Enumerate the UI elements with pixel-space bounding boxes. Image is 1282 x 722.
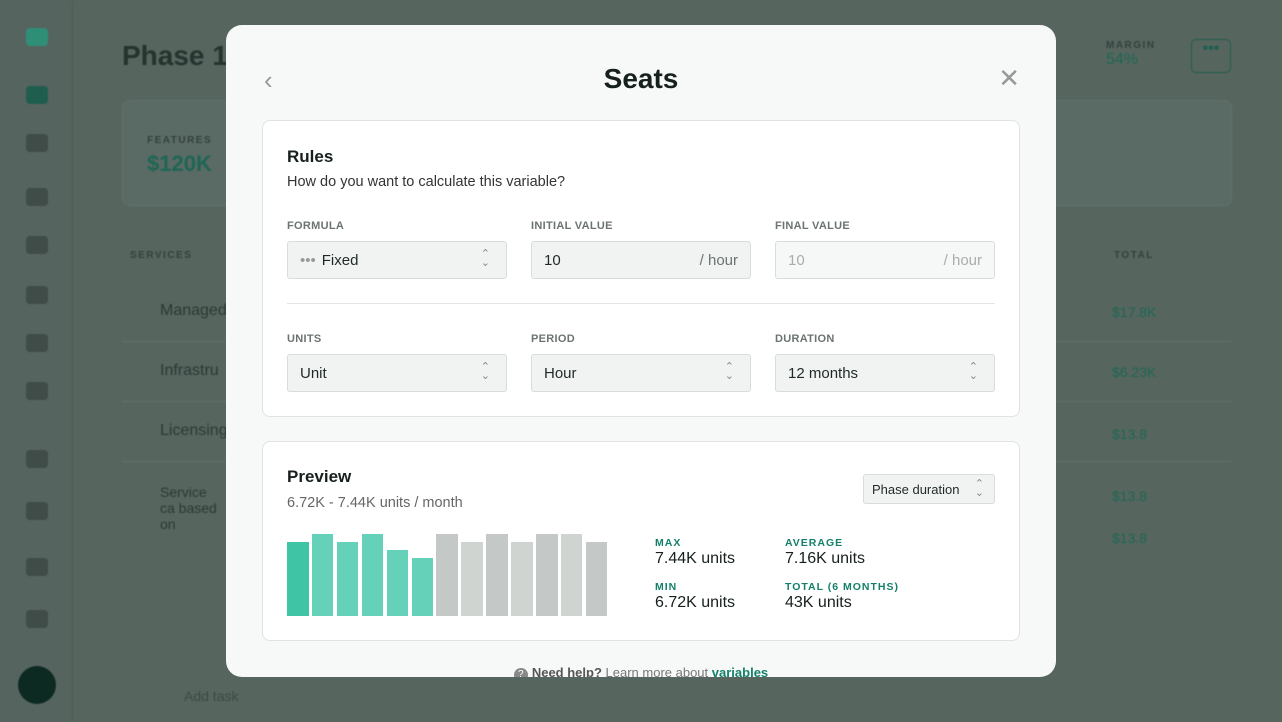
- preview-bar: [411, 558, 433, 616]
- services-label: SERVICES: [130, 250, 193, 261]
- avatar[interactable]: [18, 666, 56, 704]
- updown-chevron-icon: ⌃ ⌄: [480, 361, 490, 382]
- rules-panel: Rules How do you want to calculate this …: [262, 120, 1020, 417]
- chat-icon[interactable]: [26, 558, 48, 576]
- preview-heading: Preview: [287, 467, 352, 486]
- features-value: $120K: [147, 151, 212, 176]
- average-value: 7.16K units: [785, 550, 866, 567]
- preview-bar: [336, 542, 359, 616]
- task-total: $13.8: [1112, 530, 1148, 546]
- sidebar: [0, 0, 73, 722]
- brain-icon[interactable]: [26, 334, 48, 352]
- max-value: 7.44K units: [655, 550, 736, 567]
- final-placeholder: 10: [788, 252, 805, 269]
- period-label: PERIOD: [531, 333, 575, 345]
- margin-stat: MARGIN 54%: [1106, 40, 1156, 69]
- phase-duration-value: Phase duration: [872, 482, 960, 497]
- initial-value: 10: [544, 252, 561, 269]
- document-icon[interactable]: [26, 450, 48, 468]
- help-icon[interactable]: [26, 610, 48, 628]
- preview-bar: [386, 550, 409, 616]
- final-value-label: FINAL VALUE: [775, 220, 851, 232]
- initial-suffix: / hour: [699, 252, 738, 269]
- service-name: Managed: [160, 302, 227, 319]
- period-select[interactable]: Hour ⌃ ⌄: [531, 354, 751, 392]
- task-total: $13.8: [1112, 488, 1148, 504]
- updown-chevron-icon: ⌃ ⌄: [968, 361, 978, 382]
- rules-heading: Rules: [287, 147, 334, 166]
- final-suffix: / hour: [943, 252, 982, 269]
- dashboard-icon[interactable]: [26, 86, 48, 104]
- phase-duration-select[interactable]: Phase duration ⌃ ⌄: [863, 474, 995, 504]
- question-icon: ?: [513, 668, 528, 677]
- preview-panel: Preview 6.72K - 7.44K units / month Phas…: [262, 441, 1020, 641]
- initial-value-label: INITIAL VALUE: [531, 220, 613, 232]
- formula-select[interactable]: ••• Fixed ⌃ ⌄: [287, 241, 507, 279]
- more-button[interactable]: •••: [1191, 39, 1231, 73]
- service-total: $17.8K: [1112, 304, 1157, 320]
- team-icon[interactable]: [26, 134, 48, 152]
- preview-bar: [461, 542, 483, 616]
- seats-modal: ‹ Seats ✕ Rules How do you want to calcu…: [226, 25, 1056, 677]
- service-name: Infrastru: [160, 362, 219, 379]
- units-select[interactable]: Unit ⌃ ⌄: [287, 354, 507, 392]
- duration-select[interactable]: 12 months ⌃ ⌄: [775, 354, 995, 392]
- preview-bar: [361, 534, 384, 616]
- min-value: 6.72K units: [655, 594, 736, 611]
- max-label: MAX: [655, 537, 682, 549]
- preview-bar: [585, 542, 608, 616]
- duration-value: 12 months: [788, 365, 859, 382]
- preview-bar: [311, 534, 334, 616]
- formula-value: Fixed: [321, 252, 359, 269]
- preview-bar-chart: [287, 534, 608, 616]
- preview-bar: [560, 534, 583, 616]
- dots-icon: •••: [300, 252, 316, 269]
- preview-bar: [486, 534, 508, 616]
- divider: [287, 303, 995, 304]
- tool-icon[interactable]: [26, 502, 48, 520]
- briefcase-icon[interactable]: [26, 236, 48, 254]
- features-label: FEATURES: [147, 135, 213, 146]
- units-label: UNITS: [287, 333, 322, 345]
- total-value: 43K units: [785, 594, 852, 611]
- service-total: $13.8: [1112, 426, 1148, 442]
- variables-link[interactable]: variables: [712, 665, 768, 677]
- preview-bar: [511, 542, 533, 616]
- user-icon[interactable]: [26, 188, 48, 206]
- total-label: TOTAL: [1114, 250, 1154, 261]
- modal-title: Seats: [603, 63, 679, 94]
- gear-icon[interactable]: [26, 382, 48, 400]
- min-label: MIN: [655, 581, 678, 593]
- service-total: $6.23K: [1112, 364, 1157, 380]
- total-label: TOTAL (6 MONTHS): [785, 581, 899, 593]
- initial-value-input[interactable]: 10 / hour: [531, 241, 751, 279]
- margin-value: 54%: [1106, 51, 1139, 68]
- margin-label: MARGIN: [1106, 40, 1156, 51]
- add-task-button[interactable]: Add task: [184, 688, 238, 704]
- updown-chevron-icon: ⌃ ⌄: [724, 361, 734, 382]
- period-value: Hour: [544, 365, 577, 382]
- preview-bar: [436, 534, 458, 616]
- service-description: Service ca based on: [160, 484, 217, 532]
- close-icon[interactable]: ✕: [998, 63, 1020, 94]
- preview-range: 6.72K - 7.44K units / month: [287, 495, 463, 511]
- box-icon[interactable]: [26, 286, 48, 304]
- logo-icon: [26, 28, 48, 46]
- page-title: Phase 1: [122, 40, 228, 71]
- help-body: Learn more about: [605, 665, 709, 677]
- formula-label: FORMULA: [287, 220, 345, 232]
- rules-subheading: How do you want to calculate this variab…: [287, 174, 566, 190]
- duration-label: DURATION: [775, 333, 835, 345]
- service-name: Licensing: [160, 422, 228, 439]
- preview-bar: [536, 534, 558, 616]
- help-text: ? Need help? Learn more about variables: [226, 665, 1056, 677]
- units-value: Unit: [300, 365, 327, 382]
- updown-chevron-icon: ⌃ ⌄: [974, 478, 984, 499]
- final-value-input[interactable]: 10 / hour: [775, 241, 995, 279]
- preview-bar: [287, 542, 309, 616]
- help-strong: Need help?: [531, 665, 602, 677]
- average-label: AVERAGE: [785, 537, 844, 549]
- updown-chevron-icon: ⌃ ⌄: [480, 248, 490, 269]
